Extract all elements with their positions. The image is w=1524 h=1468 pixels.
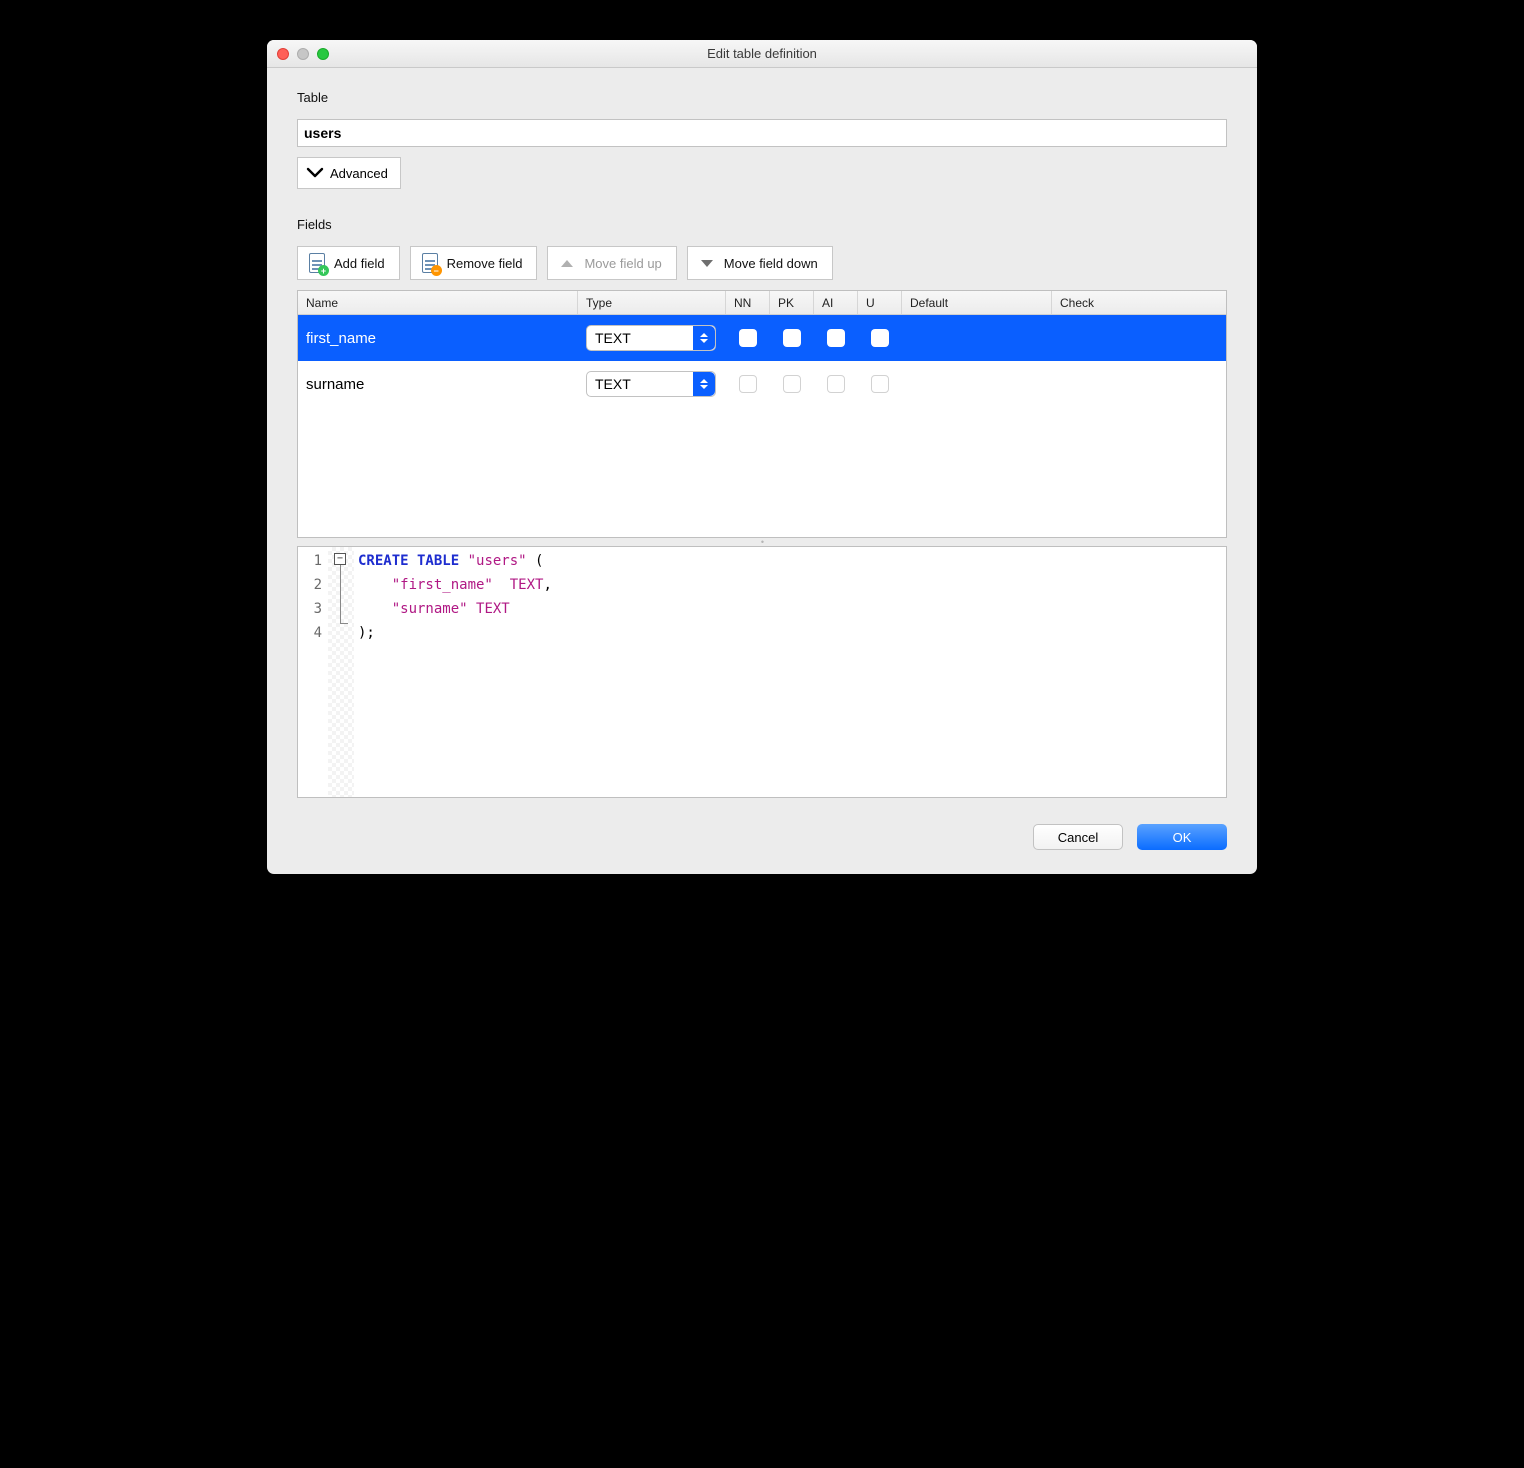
remove-field-icon: − [421,253,439,273]
field-name-cell[interactable]: first_name [298,326,578,351]
window-controls [267,48,329,60]
field-row[interactable]: first_name TEXT [298,315,1226,361]
sql-code[interactable]: CREATE TABLE "users" ( "first_name" TEXT… [354,547,556,797]
fold-collapse-icon[interactable]: − [334,553,346,565]
ok-button[interactable]: OK [1137,824,1227,850]
window-title: Edit table definition [267,46,1257,61]
pk-checkbox[interactable] [783,329,801,347]
cancel-button[interactable]: Cancel [1033,824,1123,850]
header-default[interactable]: Default [902,291,1052,314]
header-nn[interactable]: NN [726,291,770,314]
chevron-down-icon [306,167,324,179]
header-pk[interactable]: PK [770,291,814,314]
ai-checkbox[interactable] [827,329,845,347]
pk-checkbox[interactable] [783,375,801,393]
header-type[interactable]: Type [578,291,726,314]
fields-toolbar: + Add field − Remove field Move field up… [297,246,1227,280]
field-type-select[interactable]: TEXT [586,325,716,351]
nn-checkbox[interactable] [739,329,757,347]
move-field-down-button[interactable]: Move field down [687,246,833,280]
check-cell[interactable] [1052,380,1226,388]
table-name-input[interactable] [297,119,1227,147]
header-check[interactable]: Check [1052,291,1226,314]
default-cell[interactable] [902,334,1052,342]
close-icon[interactable] [277,48,289,60]
header-name[interactable]: Name [298,291,578,314]
triangle-up-icon [558,253,576,273]
advanced-button[interactable]: Advanced [297,157,401,189]
dialog-footer: Cancel OK [297,824,1227,850]
sql-preview: 1 2 3 4 − CREATE TABLE "users" ( "first_… [297,546,1227,798]
header-ai[interactable]: AI [814,291,858,314]
grid-body: first_name TEXT [298,315,1226,537]
field-name-cell[interactable]: surname [298,372,578,397]
titlebar: Edit table definition [267,40,1257,68]
fields-section-label: Fields [297,217,1227,232]
fields-grid: Name Type NN PK AI U Default Check first… [297,290,1227,538]
grid-header: Name Type NN PK AI U Default Check [298,291,1226,315]
minimize-icon[interactable] [297,48,309,60]
remove-field-button[interactable]: − Remove field [410,246,538,280]
ai-checkbox[interactable] [827,375,845,393]
field-row[interactable]: surname TEXT [298,361,1226,407]
add-field-icon: + [308,253,326,273]
check-cell[interactable] [1052,334,1226,342]
splitter-handle[interactable]: • [297,538,1227,546]
maximize-icon[interactable] [317,48,329,60]
nn-checkbox[interactable] [739,375,757,393]
edit-table-window: Edit table definition Table Advanced Fie… [267,40,1257,874]
header-u[interactable]: U [858,291,902,314]
default-cell[interactable] [902,380,1052,388]
u-checkbox[interactable] [871,329,889,347]
dropdown-arrow-icon [693,326,715,350]
triangle-down-icon [698,253,716,273]
u-checkbox[interactable] [871,375,889,393]
move-field-up-button[interactable]: Move field up [547,246,676,280]
dropdown-arrow-icon [693,372,715,396]
field-type-select[interactable]: TEXT [586,371,716,397]
fold-gutter: − [328,547,354,797]
line-number-gutter: 1 2 3 4 [298,547,328,797]
advanced-label: Advanced [330,166,388,181]
table-section-label: Table [297,90,1227,105]
add-field-button[interactable]: + Add field [297,246,400,280]
